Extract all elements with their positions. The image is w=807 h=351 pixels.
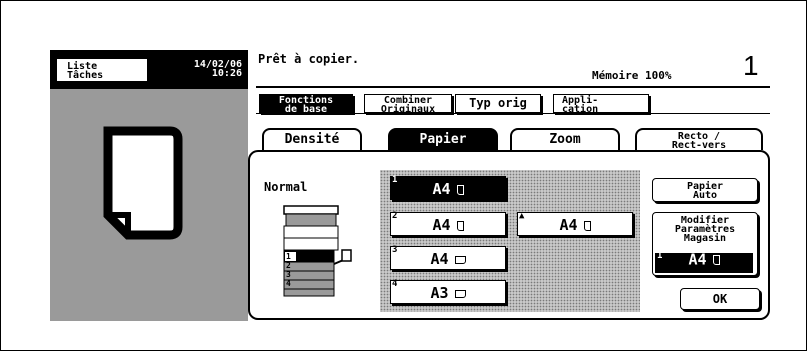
tab-density-label: Densité (284, 132, 340, 147)
document-preview-icon (103, 126, 183, 240)
copy-count: 1 (743, 50, 759, 81)
tray-2-size: A4 (432, 216, 451, 234)
machine-tray-2: 2 (286, 261, 291, 270)
landscape-paper-icon (454, 289, 466, 298)
tray-1-label: A4 (391, 180, 505, 198)
paper-auto-button[interactable]: Papier Auto (652, 178, 758, 202)
portrait-paper-icon (456, 220, 464, 231)
modify-tray-size: A4 (688, 250, 707, 269)
tab-original-type[interactable]: Typ orig (455, 94, 541, 113)
tab-application[interactable]: Appli- cation (553, 94, 649, 115)
status-underline (256, 86, 770, 88)
tab-combine-originals-label: Combiner Originaux (380, 95, 436, 115)
modify-tray-params-label: Modifier Paramètres Magasin (674, 215, 736, 244)
date-time: 14/02/06 10:26 (160, 60, 242, 79)
modify-tray-indicator: 1 A4 (655, 252, 753, 273)
tray-3-button[interactable]: 3 A4 (390, 245, 506, 270)
tab-density[interactable]: Densité (262, 128, 362, 150)
portrait-paper-icon (583, 220, 591, 231)
tray-2-label: A4 (391, 216, 505, 234)
tab-original-type-label: Typ orig (469, 96, 527, 110)
tray-4-label: A3 (391, 284, 505, 302)
tray-4-size: A3 (430, 284, 449, 302)
tab-zoom[interactable]: Zoom (510, 128, 620, 150)
machine-tray-labels: 1 2 3 4 (285, 252, 296, 288)
function-tabs: Fonctions de base Combiner Originaux Typ… (256, 92, 656, 116)
tray-3-label: A4 (391, 250, 505, 268)
tab-paper-label: Papier (419, 132, 467, 147)
tab-paper[interactable]: Papier (388, 128, 498, 152)
status-message: Prêt à copier. (258, 52, 360, 66)
mode-label: Normal (264, 180, 308, 194)
landscape-paper-icon (454, 255, 466, 264)
job-list-label: Liste Tâches (67, 61, 104, 81)
tab-application-label: Appli- cation (562, 95, 599, 115)
tray-3-size: A4 (430, 250, 449, 268)
portrait-paper-icon (712, 255, 720, 265)
preview-area (50, 89, 248, 321)
memory-status: Mémoire 100% (592, 69, 672, 82)
tab-basic-functions-label: Fonctions de base (278, 95, 334, 115)
tab-basic-functions[interactable]: Fonctions de base (259, 94, 353, 115)
modify-tray-label: A4 (656, 252, 752, 267)
machine-tray-3: 3 (286, 270, 291, 279)
portrait-paper-icon (456, 184, 464, 195)
tab-zoom-label: Zoom (549, 132, 581, 147)
tab-combine-originals[interactable]: Combiner Originaux (364, 94, 452, 115)
modify-tray-params-button[interactable]: Modifier Paramètres Magasin 1 A4 (652, 212, 758, 276)
ok-label: OK (712, 292, 728, 306)
paper-auto-label: Papier Auto (686, 181, 724, 201)
tab-duplex[interactable]: Recto / Rect-vers (635, 128, 763, 151)
ok-button[interactable]: OK (680, 288, 760, 310)
job-list-button[interactable]: Liste Tâches (56, 58, 148, 82)
tray-bypass-size: A4 (559, 216, 578, 234)
tray-1-button[interactable]: 1 A4 (390, 175, 506, 200)
tray-4-button[interactable]: 4 A3 (390, 279, 506, 304)
tray-2-button[interactable]: 2 A4 (390, 211, 506, 236)
tab-duplex-label: Recto / Rect-vers (671, 131, 727, 151)
tray-bypass-button[interactable]: ▲ A4 (517, 211, 633, 236)
machine-tray-1: 1 (285, 252, 296, 261)
machine-tray-4: 4 (286, 279, 291, 288)
time-text: 10:26 (211, 68, 242, 79)
tray-bypass-label: A4 (518, 216, 632, 234)
tray-1-size: A4 (432, 180, 451, 198)
